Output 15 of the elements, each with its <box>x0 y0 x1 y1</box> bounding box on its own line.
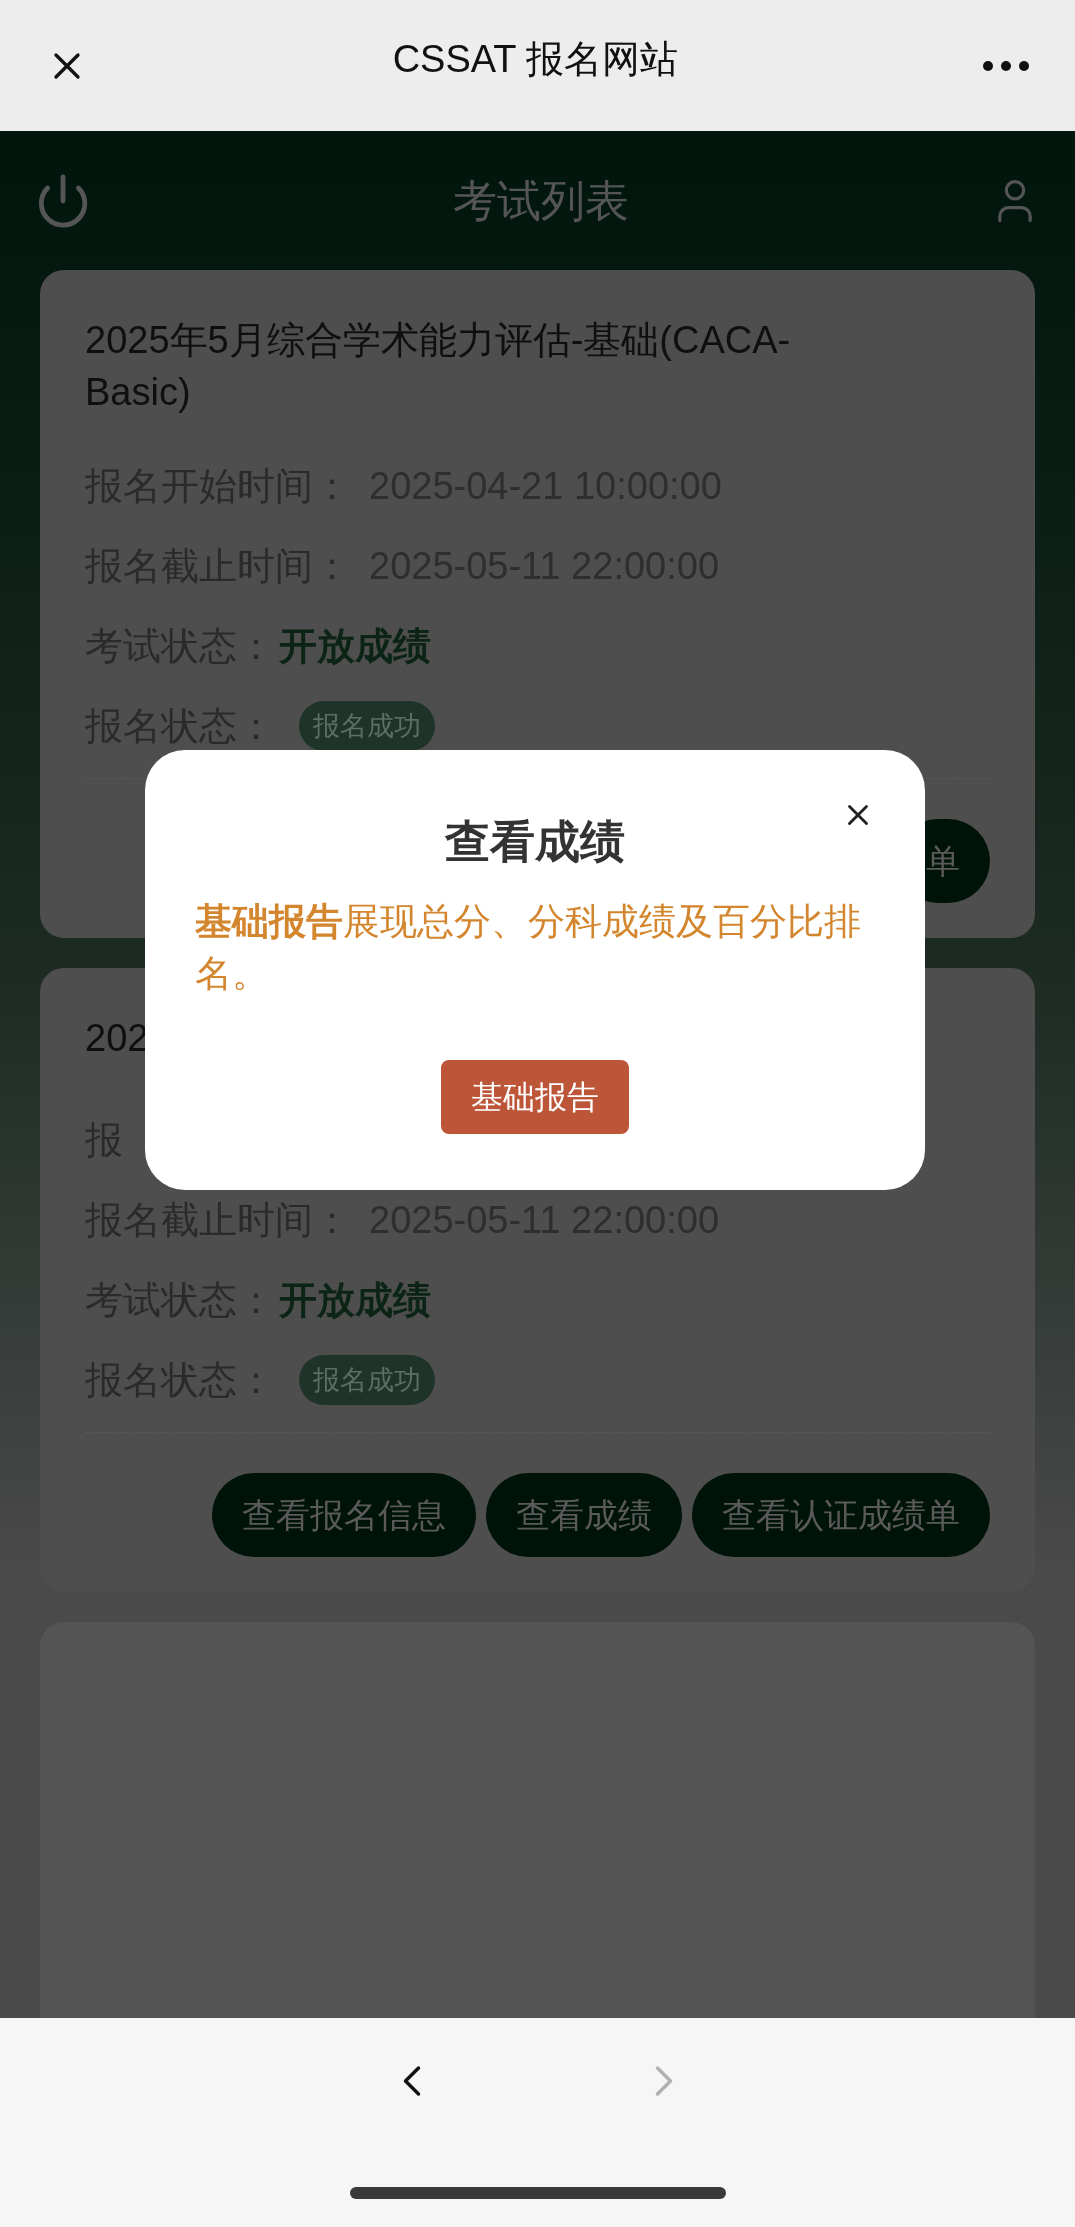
exam-title: 2025年5月综合学术能力评估-基础(CACA-Basic) <box>85 318 792 415</box>
status-badge: 报名成功 <box>299 701 435 751</box>
action-button[interactable]: 查看报名信息 <box>212 1473 476 1557</box>
dialog-text: 基础报告展现总分、分科成绩及百分比排名。 <box>195 899 862 996</box>
window-title: CSSAT 报名网站 <box>392 37 679 82</box>
exam-status: 开放成绩 <box>279 1277 431 1323</box>
action-button[interactable]: 查看成绩 <box>486 1473 682 1557</box>
status-badge: 报名成功 <box>299 1355 435 1405</box>
page-title: 考试列表 <box>452 174 629 227</box>
report-button[interactable]: 基础报告 <box>441 1059 629 1134</box>
action-button[interactable]: 查看认证成绩单 <box>692 1473 990 1557</box>
exam-title: 202 <box>85 1016 149 1061</box>
exam-status: 开放成绩 <box>279 623 431 669</box>
more-icon[interactable] <box>982 59 1030 72</box>
dialog-title: 查看成绩 <box>445 815 625 869</box>
